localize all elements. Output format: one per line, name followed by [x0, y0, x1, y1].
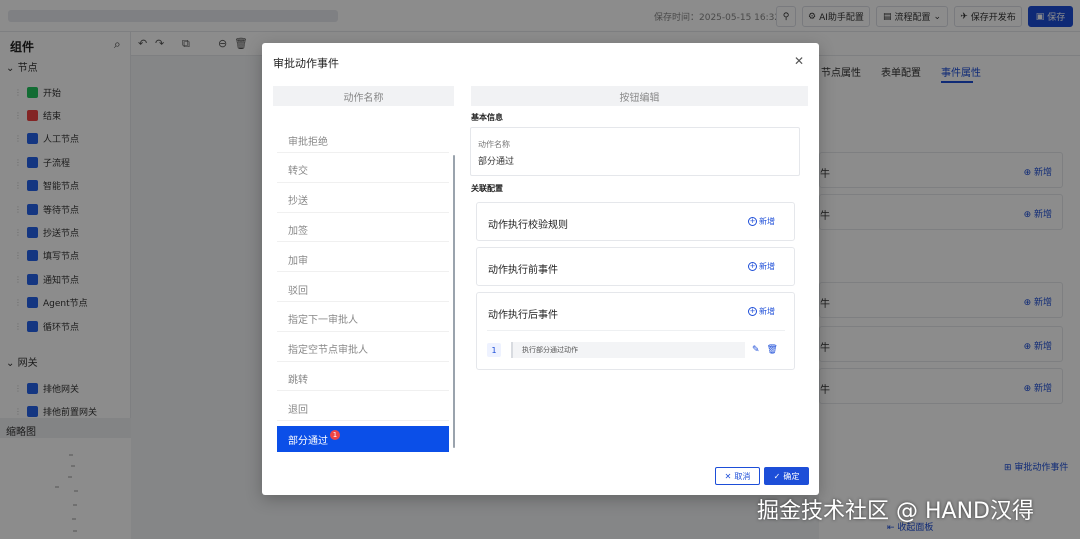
approval-action-event-dialog: 审批动作事件 ✕ 动作名称 按钮编辑 审批拒绝转交抄送加签加审驳回指定下一审批人…: [262, 43, 819, 495]
section-name: 动作执行后事件: [488, 310, 558, 321]
section-name: 动作执行前事件: [488, 265, 558, 276]
basic-info-label: 基本信息: [471, 113, 503, 122]
plus-circle-icon: +: [748, 307, 757, 316]
action-list-item[interactable]: 驳回: [277, 277, 449, 302]
action-name-value[interactable]: 部分通过: [478, 154, 514, 167]
close-icon: ✕: [794, 54, 805, 68]
action-name-label: 动作名称: [478, 140, 510, 149]
edit-icon[interactable]: ✎: [752, 345, 760, 355]
action-list-item[interactable]: 退回: [277, 396, 449, 422]
plus-circle-icon: +: [748, 217, 757, 226]
action-list-item[interactable]: 跳转: [277, 366, 449, 392]
action-item-label: 转交: [288, 166, 308, 178]
action-list-item[interactable]: 指定空节点审批人: [277, 337, 449, 362]
add-label: 新增: [759, 217, 775, 226]
close-icon: ✕: [724, 471, 732, 481]
error-badge: 1: [330, 430, 340, 440]
basic-info-box: 动作名称 部分通过: [470, 127, 800, 176]
cancel-label: 取消: [734, 471, 751, 481]
action-item-label: 退回: [288, 404, 308, 416]
button-edit-header: 按钮编辑: [471, 86, 808, 106]
action-list-scrollbar[interactable]: [453, 155, 455, 448]
action-item-label: 指定下一审批人: [288, 315, 358, 327]
add-after-event-button[interactable]: + 新增: [748, 306, 775, 317]
action-item-label: 指定空节点审批人: [288, 345, 368, 357]
add-label: 新增: [759, 262, 775, 271]
action-list-item[interactable]: 部分通过 1: [277, 426, 449, 452]
row-index: 1: [487, 343, 501, 357]
add-before-event-button[interactable]: + 新增: [748, 261, 775, 272]
action-list-item[interactable]: 转交: [277, 158, 449, 183]
add-label: 新增: [759, 307, 775, 316]
action-item-label: 抄送: [288, 196, 308, 208]
action-name-header: 动作名称: [273, 86, 454, 106]
action-item-label: 审批拒绝: [288, 136, 328, 148]
plus-circle-icon: +: [748, 262, 757, 271]
before-event-section: 动作执行前事件 + 新增: [476, 247, 795, 286]
action-list-item[interactable]: 指定下一审批人: [277, 307, 449, 332]
after-event-section: 动作执行后事件 + 新增 1 执行部分通过动作 ✎ 🗑: [476, 292, 795, 370]
section-name: 动作执行校验规则: [488, 220, 568, 231]
confirm-button[interactable]: ✓ 确定: [764, 467, 809, 485]
action-list-item[interactable]: 加签: [277, 217, 449, 243]
action-item-label: 加审: [288, 255, 308, 267]
validation-rule-section: 动作执行校验规则 + 新增: [476, 202, 795, 241]
action-list-item[interactable]: 加审: [277, 247, 449, 273]
check-icon: ✓: [773, 471, 781, 481]
add-validation-rule-button[interactable]: + 新增: [748, 216, 775, 227]
watermark: 掘金技术社区 @ HAND汉得: [757, 499, 1034, 524]
event-value-field[interactable]: 执行部分通过动作: [511, 342, 745, 358]
event-row: 1 执行部分通过动作 ✎ 🗑: [487, 341, 785, 359]
related-config-label: 关联配置: [471, 184, 503, 193]
action-list-item[interactable]: 抄送: [277, 188, 449, 213]
action-item-label: 部分通过: [288, 435, 328, 447]
action-item-label: 驳回: [288, 285, 308, 297]
cancel-button[interactable]: ✕ 取消: [715, 467, 760, 485]
action-item-label: 加签: [288, 225, 308, 237]
section-divider: [487, 330, 785, 331]
close-button[interactable]: ✕: [794, 54, 804, 68]
action-item-label: 跳转: [288, 374, 308, 386]
action-list-item[interactable]: 审批拒绝: [277, 128, 449, 153]
dialog-title: 审批动作事件: [273, 57, 339, 70]
confirm-label: 确定: [783, 471, 800, 481]
delete-icon[interactable]: 🗑: [767, 345, 778, 355]
